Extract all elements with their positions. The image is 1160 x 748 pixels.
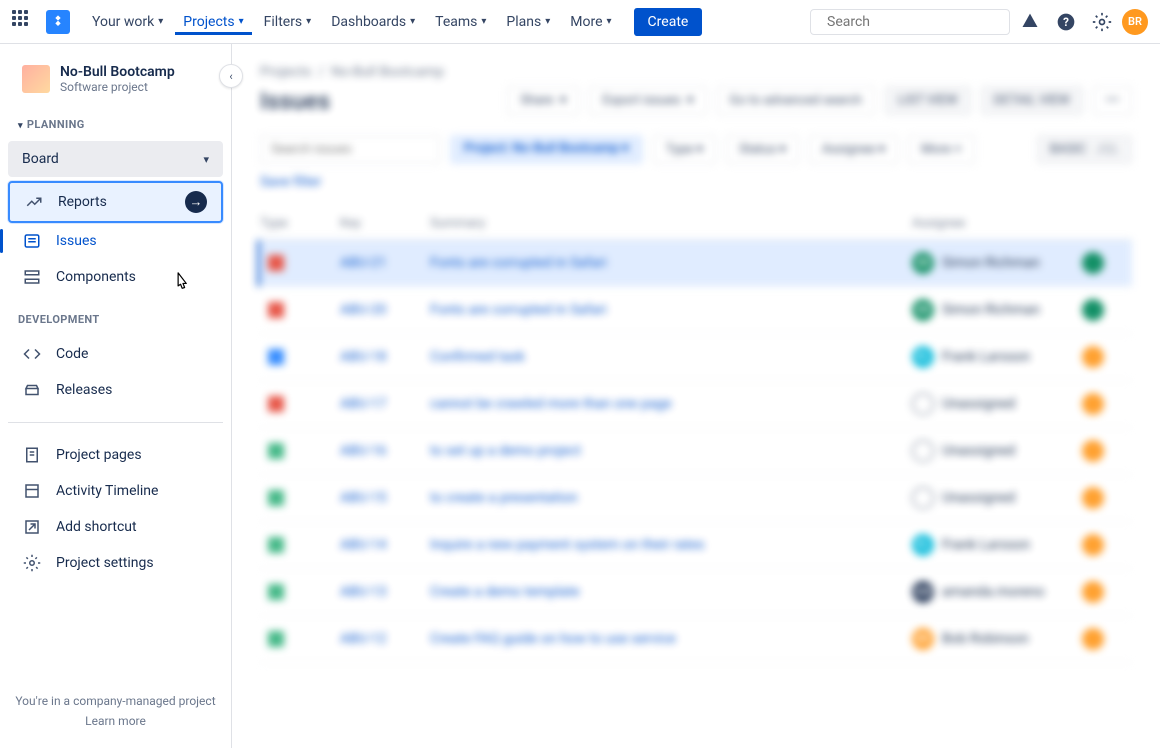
svg-text:?: ? xyxy=(1063,15,1069,29)
table-row[interactable]: ABU-21Fonts are corrupted in SafariSRSim… xyxy=(257,240,1132,287)
project-type: Software project xyxy=(60,80,175,94)
project-header: No-Bull Bootcamp Software project xyxy=(0,64,231,112)
nav-dashboards[interactable]: Dashboards▾ xyxy=(323,10,423,34)
type-filter[interactable]: Type ▾ xyxy=(653,135,716,164)
sidebar-item-components[interactable]: Components xyxy=(8,259,223,295)
sidebar-item-project-settings[interactable]: Project settings xyxy=(8,545,223,581)
timeline-icon xyxy=(22,481,42,501)
basic-jql-toggle[interactable]: BASIC JQL xyxy=(1037,135,1132,164)
notifications-icon[interactable] xyxy=(1014,6,1046,38)
table-row[interactable]: ABU-20Fonts are corrupted in SafariSRSim… xyxy=(260,287,1132,334)
sidebar-footer: You're in a company-managed project Lear… xyxy=(0,684,231,748)
sidebar-item-code[interactable]: Code xyxy=(8,336,223,372)
table-header: Type Key Summary Assignee xyxy=(260,208,1132,240)
sidebar: No-Bull Bootcamp Software project ‹ ▾PLA… xyxy=(0,44,232,748)
settings-icon[interactable] xyxy=(1086,6,1118,38)
advanced-search-button[interactable]: Go to advanced search xyxy=(717,86,875,115)
global-search[interactable] xyxy=(810,9,1010,35)
nav-plans[interactable]: Plans▾ xyxy=(498,10,558,34)
table-row[interactable]: ABU-16to set up a demo projectUnassigned xyxy=(260,428,1132,475)
components-icon xyxy=(22,267,42,287)
table-row[interactable]: ABU-12Create FAQ guide on how to use ser… xyxy=(260,616,1132,663)
create-button[interactable]: Create xyxy=(634,8,703,36)
table-row[interactable]: ABU-17cannot be crawled more than one pa… xyxy=(260,381,1132,428)
main-content: Projects / No-Bull Bootcamp Issues Share… xyxy=(232,44,1160,748)
chevron-down-icon: ▾ xyxy=(203,153,209,166)
nav-projects[interactable]: Projects▾ xyxy=(175,10,251,34)
development-section-label: DEVELOPMENT xyxy=(0,307,231,332)
export-button[interactable]: Export issues ▾ xyxy=(589,86,706,115)
project-name: No-Bull Bootcamp xyxy=(60,64,175,80)
shortcut-icon xyxy=(22,517,42,537)
footer-text: You're in a company-managed project xyxy=(12,694,219,708)
sidebar-item-issues[interactable]: Issues xyxy=(8,223,223,259)
jira-logo[interactable] xyxy=(46,10,70,34)
breadcrumb: Projects / No-Bull Bootcamp xyxy=(260,64,1132,80)
detail-view-toggle[interactable]: DETAIL VIEW xyxy=(981,86,1083,115)
save-filter-link[interactable]: Save filter xyxy=(260,174,1132,190)
sidebar-issues-label: Issues xyxy=(56,233,97,249)
table-row[interactable]: ABU-13Create a demo templateAMamanda.mor… xyxy=(260,569,1132,616)
project-filter-chip[interactable]: Project: No-Bull Bootcamp ▾ xyxy=(450,135,643,164)
user-avatar[interactable]: BR xyxy=(1122,9,1148,35)
sidebar-settings-label: Project settings xyxy=(56,555,154,571)
more-actions-button[interactable]: ••• xyxy=(1093,86,1132,115)
page-title: Issues xyxy=(260,87,497,115)
help-icon[interactable]: ? xyxy=(1050,6,1082,38)
share-button[interactable]: Share ▾ xyxy=(507,86,579,115)
planning-section-label: ▾PLANNING xyxy=(0,112,231,137)
top-nav: Your work▾ Projects▾ Filters▾ Dashboards… xyxy=(0,0,1160,44)
app-switcher-icon[interactable] xyxy=(12,10,36,34)
sidebar-item-reports[interactable]: Reports → xyxy=(8,181,223,223)
table-row[interactable]: ABU-14Inquire a new payment system on th… xyxy=(260,522,1132,569)
go-arrow-icon: → xyxy=(185,191,207,213)
more-filter[interactable]: More + xyxy=(908,135,975,164)
reports-icon xyxy=(24,192,44,212)
issues-table: ABU-21Fonts are corrupted in SafariSRSim… xyxy=(260,240,1132,663)
sidebar-item-project-pages[interactable]: Project pages xyxy=(8,437,223,473)
nav-teams[interactable]: Teams▾ xyxy=(427,10,494,34)
nav-your-work[interactable]: Your work▾ xyxy=(84,10,171,34)
sidebar-item-activity-timeline[interactable]: Activity Timeline xyxy=(8,473,223,509)
sidebar-shortcut-label: Add shortcut xyxy=(56,519,137,535)
sidebar-code-label: Code xyxy=(56,346,88,362)
search-input[interactable] xyxy=(827,14,1005,30)
sidebar-components-label: Components xyxy=(56,269,136,285)
issues-search-input[interactable] xyxy=(260,135,440,164)
releases-icon xyxy=(22,380,42,400)
pages-icon xyxy=(22,445,42,465)
project-icon xyxy=(22,65,50,93)
sidebar-item-board[interactable]: Board ▾ xyxy=(8,141,223,177)
issues-icon xyxy=(22,231,42,251)
assignee-filter[interactable]: Assignee ▾ xyxy=(809,135,898,164)
gear-icon xyxy=(22,553,42,573)
status-filter[interactable]: Status ▾ xyxy=(726,135,799,164)
sidebar-pages-label: Project pages xyxy=(56,447,142,463)
learn-more-link[interactable]: Learn more xyxy=(12,714,219,728)
sidebar-item-releases[interactable]: Releases xyxy=(8,372,223,408)
code-icon xyxy=(22,344,42,364)
sidebar-activity-label: Activity Timeline xyxy=(56,483,158,499)
table-row[interactable]: ABU-18Confirmed taskFLFrank Larsson xyxy=(260,334,1132,381)
table-row[interactable]: ABU-15to create a presentationUnassigned xyxy=(260,475,1132,522)
sidebar-item-add-shortcut[interactable]: Add shortcut xyxy=(8,509,223,545)
list-view-toggle[interactable]: LIST VIEW xyxy=(885,86,971,115)
sidebar-reports-label: Reports xyxy=(58,194,171,210)
sidebar-releases-label: Releases xyxy=(56,382,112,398)
nav-filters[interactable]: Filters▾ xyxy=(256,10,320,34)
sidebar-board-label: Board xyxy=(22,151,59,167)
nav-more[interactable]: More▾ xyxy=(562,10,619,34)
